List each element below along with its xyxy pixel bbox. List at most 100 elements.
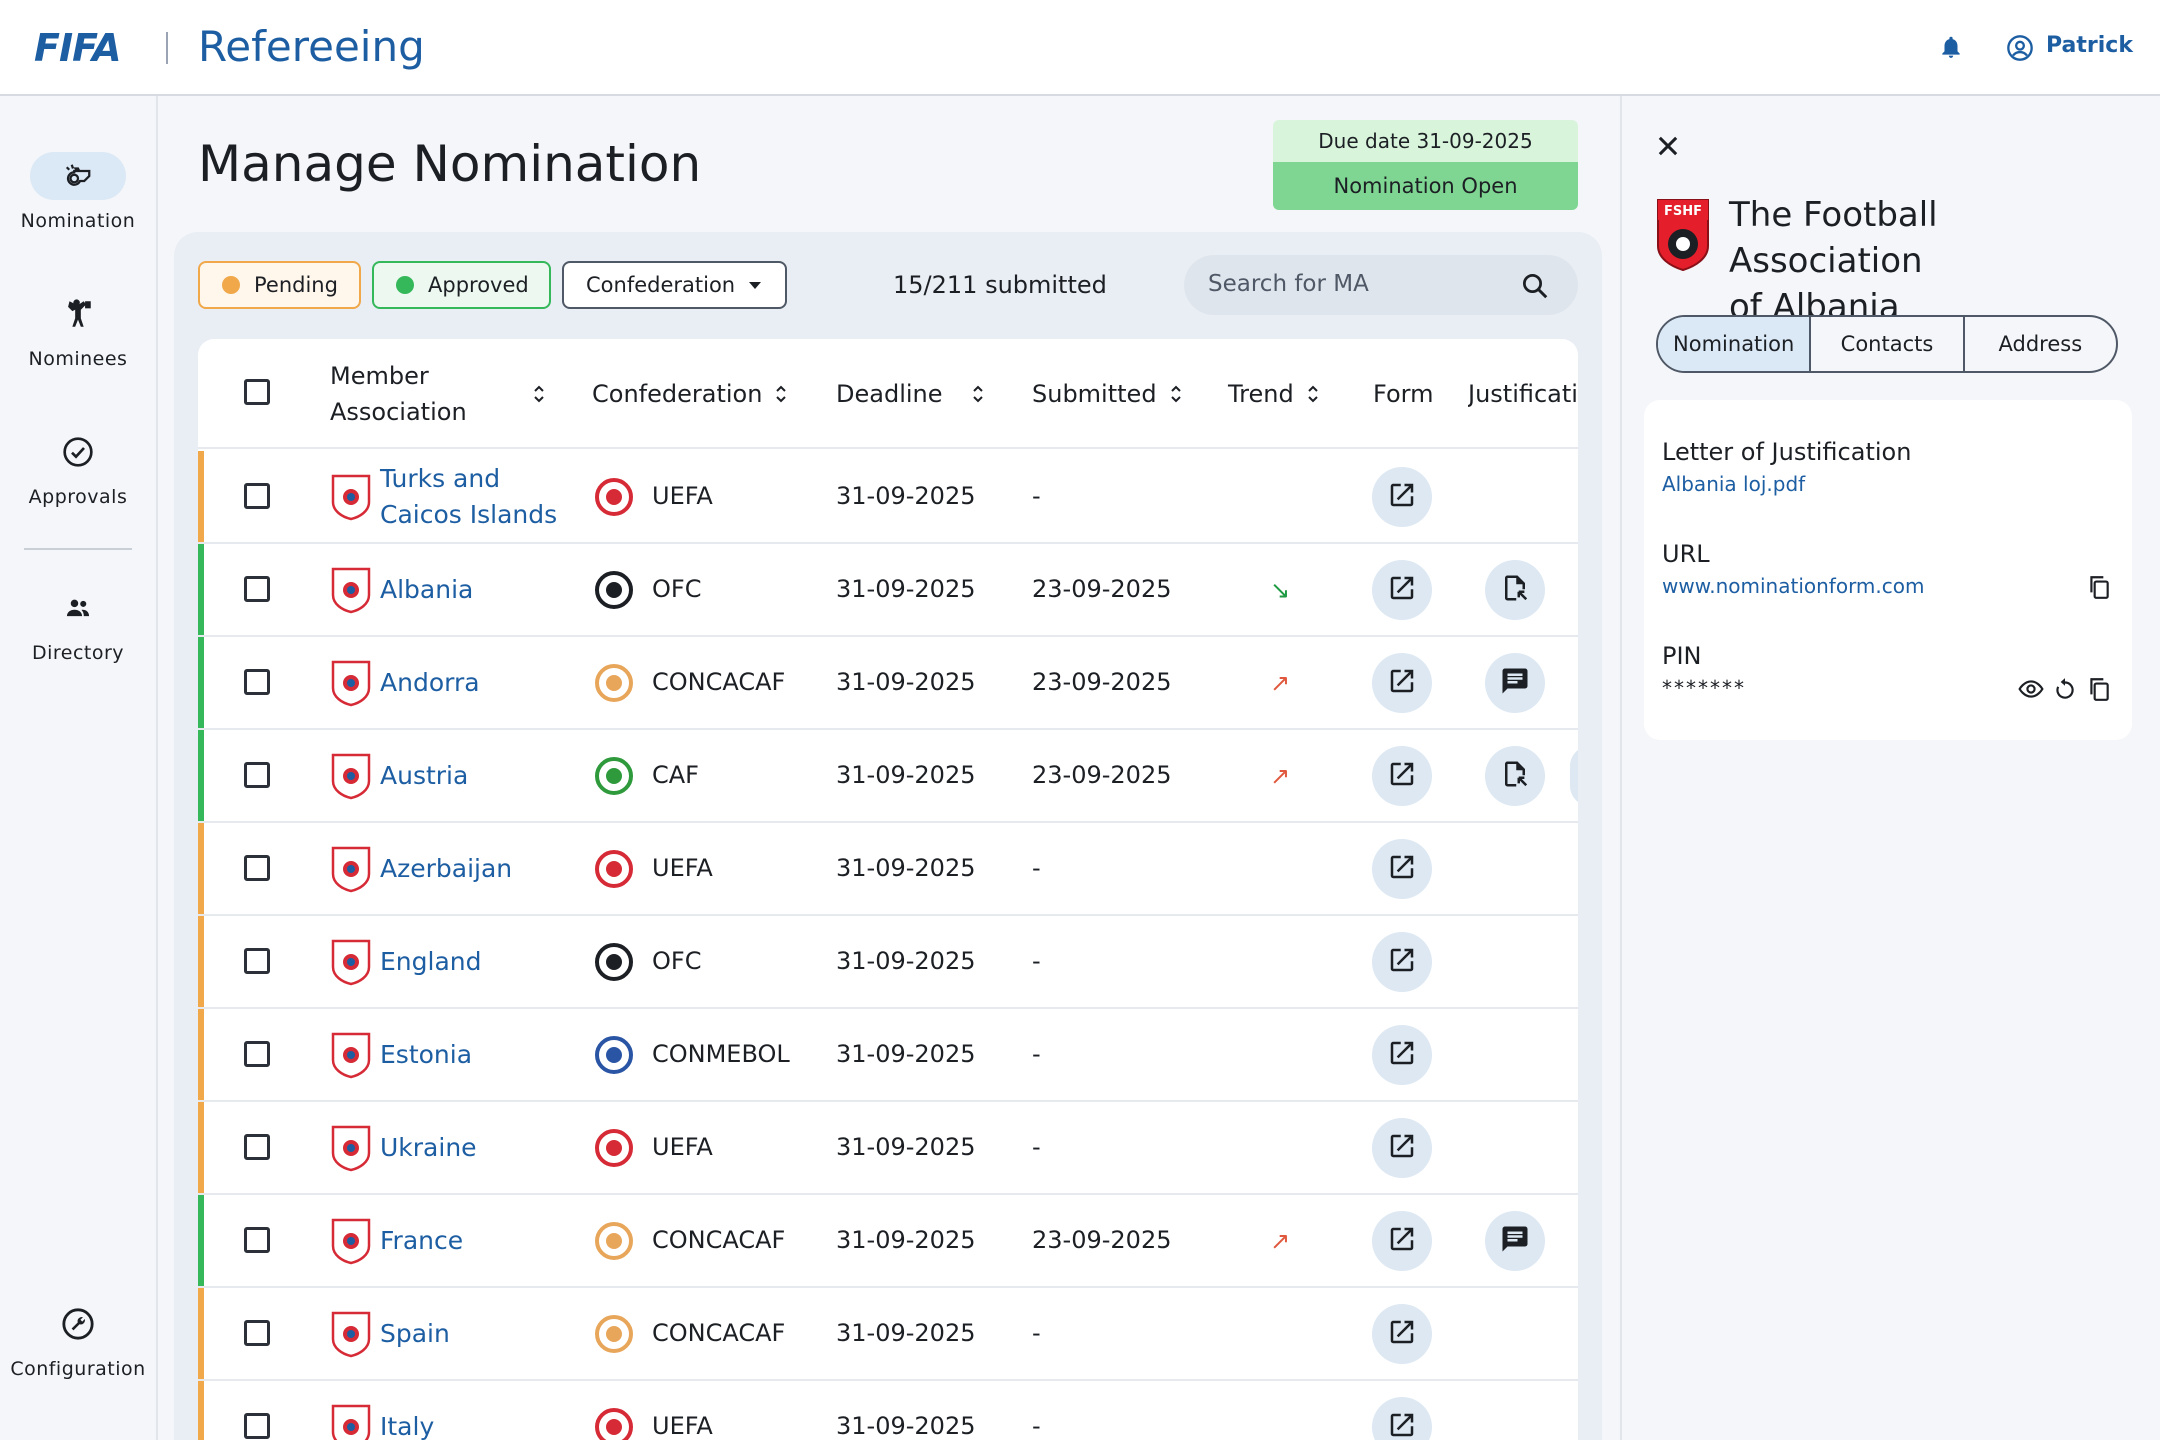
albania-crest-icon [331, 567, 371, 614]
concacaf-logo-icon [595, 664, 633, 702]
row-checkbox[interactable] [244, 483, 270, 509]
ofc-logo-icon [595, 943, 633, 981]
concacaf-logo-icon [595, 1315, 633, 1353]
ofc-logo-icon [595, 571, 633, 609]
row-checkbox[interactable] [244, 948, 270, 974]
sort-icon[interactable] [1169, 383, 1183, 405]
tab-nomination[interactable]: Nomination [1658, 317, 1812, 371]
ma-name-link[interactable]: England [380, 944, 482, 980]
conmebol-logo-icon [595, 1036, 633, 1074]
confederation-name: CONCACAF [652, 1226, 786, 1254]
row-checkbox[interactable] [244, 669, 270, 695]
uefa-logo-icon [595, 1408, 633, 1440]
open-form-button[interactable] [1372, 1397, 1432, 1440]
ma-name-link[interactable]: Turks and Caicos Islands [380, 461, 557, 533]
column-confederation[interactable]: Confederation [592, 339, 788, 449]
sort-icon[interactable] [774, 383, 788, 405]
column-justification: Justificati [1468, 339, 1578, 449]
sort-icon[interactable] [971, 383, 985, 405]
nav-item-approvals[interactable]: Approvals [0, 428, 156, 508]
open-form-button[interactable] [1372, 560, 1432, 620]
more-action-button[interactable] [1570, 746, 1578, 806]
approved-dot [396, 276, 414, 294]
row-checkbox[interactable] [244, 576, 270, 602]
open-form-button[interactable] [1372, 1025, 1432, 1085]
table-row[interactable]: Azerbaijan UEFA 31-09-2025 - [198, 823, 1578, 916]
sort-icon[interactable] [1306, 383, 1320, 405]
table-row[interactable]: Turks and Caicos Islands UEFA 31-09-2025 - [198, 451, 1578, 544]
close-icon[interactable] [1654, 132, 1682, 160]
nav-item-nominees[interactable]: Nominees [0, 290, 156, 370]
row-checkbox[interactable] [244, 1320, 270, 1346]
url-link[interactable]: www.nominationform.com [1662, 574, 1925, 598]
justification-file-button[interactable] [1485, 560, 1545, 620]
ma-name-link[interactable]: Italy [380, 1409, 434, 1440]
ma-name-link[interactable]: Albania [380, 572, 473, 608]
open-form-button[interactable] [1372, 746, 1432, 806]
row-checkbox[interactable] [244, 1041, 270, 1067]
copy-icon[interactable] [2086, 676, 2112, 702]
column-submitted[interactable]: Submitted [1032, 339, 1183, 449]
user-name[interactable]: Patrick [2046, 33, 2133, 58]
justification-comment-button[interactable] [1485, 1211, 1545, 1271]
open-form-button[interactable] [1372, 467, 1432, 527]
pending-filter-chip[interactable]: Pending [198, 261, 361, 309]
select-all-checkbox[interactable] [244, 379, 270, 405]
open-form-button[interactable] [1372, 1118, 1432, 1178]
table-row[interactable]: Albania OFC 31-09-2025 23-09-2025 ↘ [198, 544, 1578, 637]
row-checkbox[interactable] [244, 1413, 270, 1439]
table-row[interactable]: Austria CAF 31-09-2025 23-09-2025 ↗ [198, 730, 1578, 823]
nav-item-nomination[interactable]: Nomination [0, 152, 156, 232]
row-checkbox[interactable] [244, 1134, 270, 1160]
column-deadline[interactable]: Deadline [836, 339, 985, 449]
submitted-date: 23-09-2025 [1032, 1226, 1172, 1254]
eye-icon[interactable] [2018, 676, 2044, 702]
justification-file-button[interactable] [1485, 746, 1545, 806]
open-form-button[interactable] [1372, 932, 1432, 992]
nav-label: Approvals [28, 486, 128, 508]
table-row[interactable]: Italy UEFA 31-09-2025 - [198, 1381, 1578, 1440]
fifa-logo[interactable]: FIFA [34, 26, 122, 70]
search-icon[interactable] [1520, 271, 1550, 301]
table-row[interactable]: Estonia CONMEBOL 31-09-2025 - [198, 1009, 1578, 1102]
ma-name-link[interactable]: Ukraine [380, 1130, 477, 1166]
open-form-button[interactable] [1372, 839, 1432, 899]
ma-name-link[interactable]: France [380, 1223, 463, 1259]
status-stripe [198, 544, 204, 635]
bell-icon[interactable] [1938, 34, 1964, 60]
row-checkbox[interactable] [244, 1227, 270, 1253]
search-box[interactable] [1184, 255, 1578, 315]
table-row[interactable]: Ukraine UEFA 31-09-2025 - [198, 1102, 1578, 1195]
ma-name-link[interactable]: Andorra [380, 665, 480, 701]
sort-icon[interactable] [532, 383, 546, 405]
approved-filter-chip[interactable]: Approved [372, 261, 551, 309]
ma-name-link[interactable]: Spain [380, 1316, 450, 1352]
letter-file-link[interactable]: Albania loj.pdf [1662, 472, 1805, 496]
ma-name-link[interactable]: Azerbaijan [380, 851, 512, 887]
tab-address[interactable]: Address [1965, 317, 2116, 371]
row-checkbox[interactable] [244, 762, 270, 788]
open-form-button[interactable] [1372, 1211, 1432, 1271]
ma-name-link[interactable]: Austria [380, 758, 468, 794]
ma-name-link[interactable]: Estonia [380, 1037, 472, 1073]
user-circle-icon[interactable] [2006, 34, 2034, 62]
confederation-dropdown[interactable]: Confederation [562, 261, 787, 309]
tab-contacts[interactable]: Contacts [1811, 317, 1965, 371]
nav-item-directory[interactable]: Directory [0, 584, 156, 664]
column-member-association[interactable]: Member Association [330, 339, 560, 449]
table-row[interactable]: Spain CONCACAF 31-09-2025 - [198, 1288, 1578, 1381]
panel-title-line: The Football Association [1729, 195, 1938, 281]
table-row[interactable]: France CONCACAF 31-09-2025 23-09-2025 ↗ [198, 1195, 1578, 1288]
table-row[interactable]: England OFC 31-09-2025 - [198, 916, 1578, 1009]
row-checkbox[interactable] [244, 855, 270, 881]
france-crest-icon [331, 1218, 371, 1265]
search-input[interactable] [1208, 271, 1508, 297]
open-form-button[interactable] [1372, 1304, 1432, 1364]
table-row[interactable]: Andorra CONCACAF 31-09-2025 23-09-2025 ↗ [198, 637, 1578, 730]
justification-comment-button[interactable] [1485, 653, 1545, 713]
open-form-button[interactable] [1372, 653, 1432, 713]
column-trend[interactable]: Trend [1228, 339, 1320, 449]
copy-icon[interactable] [2086, 574, 2112, 600]
refresh-icon[interactable] [2052, 676, 2078, 702]
nav-item-configuration[interactable]: Configuration [0, 1300, 156, 1380]
